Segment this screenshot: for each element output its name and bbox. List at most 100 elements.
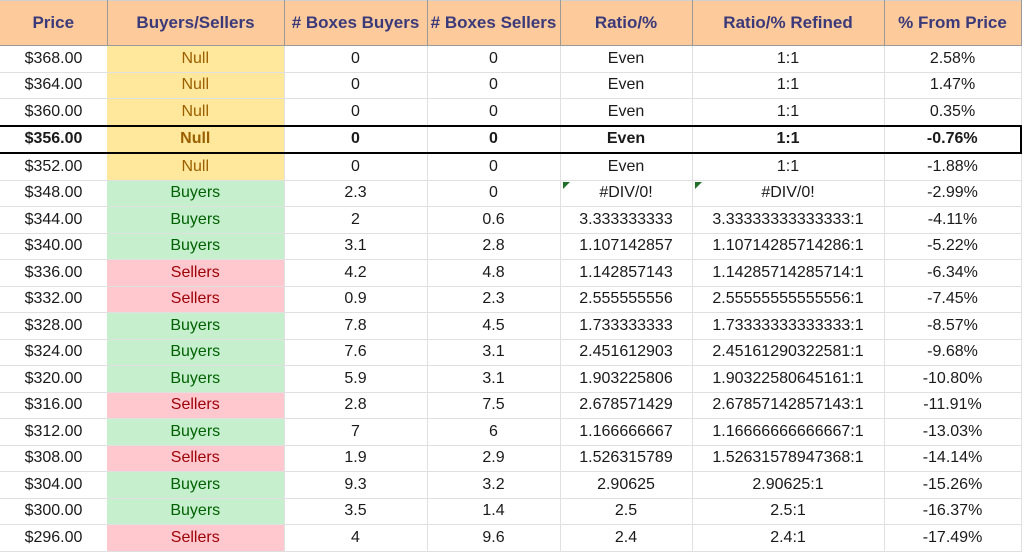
header-pct-from-price[interactable]: % From Price — [884, 0, 1022, 46]
ratio-cell[interactable]: Even — [560, 124, 693, 154]
price-cell[interactable]: $300.00 — [0, 498, 107, 525]
pct-from-price-cell[interactable]: -17.49% — [884, 524, 1022, 552]
ratio-cell[interactable]: 2.90625 — [560, 471, 693, 499]
buyers-sellers-cell[interactable]: Buyers — [107, 180, 285, 207]
boxes-sellers-cell[interactable]: 9.6 — [427, 524, 561, 552]
boxes-sellers-cell[interactable]: 1.4 — [427, 498, 561, 525]
boxes-buyers-cell[interactable]: 0.9 — [284, 286, 428, 313]
boxes-sellers-cell[interactable]: 2.8 — [427, 233, 561, 260]
boxes-buyers-cell[interactable]: 9.3 — [284, 471, 428, 499]
ratio-cell[interactable]: Even — [560, 72, 693, 99]
ratio-cell[interactable]: 2.4 — [560, 524, 693, 552]
boxes-sellers-cell[interactable]: 4.5 — [427, 312, 561, 340]
boxes-sellers-cell[interactable]: 3.1 — [427, 339, 561, 366]
ratio-cell[interactable]: 1.526315789 — [560, 445, 693, 472]
ratio-refined-cell[interactable]: #DIV/0! — [692, 180, 885, 207]
header-price[interactable]: Price — [0, 0, 108, 46]
pct-from-price-cell[interactable]: 2.58% — [884, 45, 1022, 73]
buyers-sellers-cell[interactable]: Sellers — [107, 286, 285, 313]
price-cell[interactable]: $316.00 — [0, 392, 107, 419]
pct-from-price-cell[interactable]: -8.57% — [884, 312, 1022, 340]
boxes-buyers-cell[interactable]: 5.9 — [284, 365, 428, 393]
ratio-cell[interactable]: 1.107142857 — [560, 233, 693, 260]
ratio-refined-cell[interactable]: 2.5:1 — [692, 498, 885, 525]
price-cell[interactable]: $364.00 — [0, 72, 107, 99]
pct-from-price-cell[interactable]: -5.22% — [884, 233, 1022, 260]
ratio-cell[interactable]: 3.333333333 — [560, 206, 693, 234]
boxes-sellers-cell[interactable]: 2.9 — [427, 445, 561, 472]
ratio-refined-cell[interactable]: 1:1 — [692, 98, 885, 126]
price-cell[interactable]: $360.00 — [0, 98, 107, 126]
boxes-sellers-cell[interactable]: 0 — [427, 153, 561, 181]
ratio-cell[interactable]: 2.451612903 — [560, 339, 693, 366]
pct-from-price-cell[interactable]: -9.68% — [884, 339, 1022, 366]
pct-from-price-cell[interactable]: -4.11% — [884, 206, 1022, 234]
buyers-sellers-cell[interactable]: Buyers — [107, 498, 285, 525]
ratio-refined-cell[interactable]: 1.10714285714286:1 — [692, 233, 885, 260]
boxes-sellers-cell[interactable]: 2.3 — [427, 286, 561, 313]
buyers-sellers-cell[interactable]: Buyers — [107, 233, 285, 260]
ratio-refined-cell[interactable]: 1.90322580645161:1 — [692, 365, 885, 393]
pct-from-price-cell[interactable]: -15.26% — [884, 471, 1022, 499]
buyers-sellers-cell[interactable]: Null — [107, 45, 285, 73]
boxes-sellers-cell[interactable]: 0 — [427, 45, 561, 73]
ratio-cell[interactable]: 1.166666667 — [560, 418, 693, 446]
price-cell[interactable]: $356.00 — [0, 124, 107, 154]
boxes-buyers-cell[interactable]: 7 — [284, 418, 428, 446]
pct-from-price-cell[interactable]: -0.76% — [884, 124, 1022, 154]
buyers-sellers-cell[interactable]: Buyers — [107, 206, 285, 234]
boxes-sellers-cell[interactable]: 0.6 — [427, 206, 561, 234]
boxes-buyers-cell[interactable]: 4 — [284, 524, 428, 552]
header-boxes-buyers[interactable]: # Boxes Buyers — [284, 0, 428, 46]
pct-from-price-cell[interactable]: -16.37% — [884, 498, 1022, 525]
header-buyers-sellers[interactable]: Buyers/Sellers — [107, 0, 285, 46]
boxes-sellers-cell[interactable]: 0 — [427, 98, 561, 126]
header-boxes-sellers[interactable]: # Boxes Sellers — [427, 0, 561, 46]
boxes-buyers-cell[interactable]: 0 — [284, 72, 428, 99]
price-cell[interactable]: $368.00 — [0, 45, 107, 73]
buyers-sellers-cell[interactable]: Buyers — [107, 312, 285, 340]
boxes-buyers-cell[interactable]: 0 — [284, 98, 428, 126]
boxes-buyers-cell[interactable]: 1.9 — [284, 445, 428, 472]
boxes-sellers-cell[interactable]: 4.8 — [427, 259, 561, 287]
boxes-sellers-cell[interactable]: 0 — [427, 72, 561, 99]
ratio-cell[interactable]: 1.142857143 — [560, 259, 693, 287]
price-cell[interactable]: $328.00 — [0, 312, 107, 340]
ratio-refined-cell[interactable]: 1.14285714285714:1 — [692, 259, 885, 287]
ratio-cell[interactable]: #DIV/0! — [560, 180, 693, 207]
buyers-sellers-cell[interactable]: Sellers — [107, 392, 285, 419]
ratio-cell[interactable]: 1.733333333 — [560, 312, 693, 340]
boxes-buyers-cell[interactable]: 3.1 — [284, 233, 428, 260]
ratio-cell[interactable]: Even — [560, 98, 693, 126]
pct-from-price-cell[interactable]: -2.99% — [884, 180, 1022, 207]
boxes-sellers-cell[interactable]: 3.2 — [427, 471, 561, 499]
header-ratio[interactable]: Ratio/% — [560, 0, 693, 46]
buyers-sellers-cell[interactable]: Sellers — [107, 445, 285, 472]
ratio-refined-cell[interactable]: 1:1 — [692, 124, 885, 154]
pct-from-price-cell[interactable]: 0.35% — [884, 98, 1022, 126]
price-cell[interactable]: $352.00 — [0, 153, 107, 181]
boxes-buyers-cell[interactable]: 0 — [284, 124, 428, 154]
pct-from-price-cell[interactable]: -13.03% — [884, 418, 1022, 446]
boxes-buyers-cell[interactable]: 3.5 — [284, 498, 428, 525]
ratio-refined-cell[interactable]: 1.52631578947368:1 — [692, 445, 885, 472]
header-ratio-refined[interactable]: Ratio/% Refined — [692, 0, 885, 46]
pct-from-price-cell[interactable]: 1.47% — [884, 72, 1022, 99]
pct-from-price-cell[interactable]: -11.91% — [884, 392, 1022, 419]
ratio-cell[interactable]: 1.903225806 — [560, 365, 693, 393]
buyers-sellers-cell[interactable]: Null — [107, 124, 285, 154]
ratio-cell[interactable]: Even — [560, 45, 693, 73]
boxes-sellers-cell[interactable]: 0 — [427, 124, 561, 154]
price-cell[interactable]: $340.00 — [0, 233, 107, 260]
ratio-refined-cell[interactable]: 2.45161290322581:1 — [692, 339, 885, 366]
boxes-buyers-cell[interactable]: 2.3 — [284, 180, 428, 207]
pct-from-price-cell[interactable]: -6.34% — [884, 259, 1022, 287]
price-cell[interactable]: $312.00 — [0, 418, 107, 446]
buyers-sellers-cell[interactable]: Null — [107, 72, 285, 99]
ratio-refined-cell[interactable]: 1.16666666666667:1 — [692, 418, 885, 446]
ratio-refined-cell[interactable]: 1:1 — [692, 45, 885, 73]
boxes-buyers-cell[interactable]: 2 — [284, 206, 428, 234]
ratio-refined-cell[interactable]: 1.73333333333333:1 — [692, 312, 885, 340]
buyers-sellers-cell[interactable]: Buyers — [107, 365, 285, 393]
buyers-sellers-cell[interactable]: Sellers — [107, 259, 285, 287]
